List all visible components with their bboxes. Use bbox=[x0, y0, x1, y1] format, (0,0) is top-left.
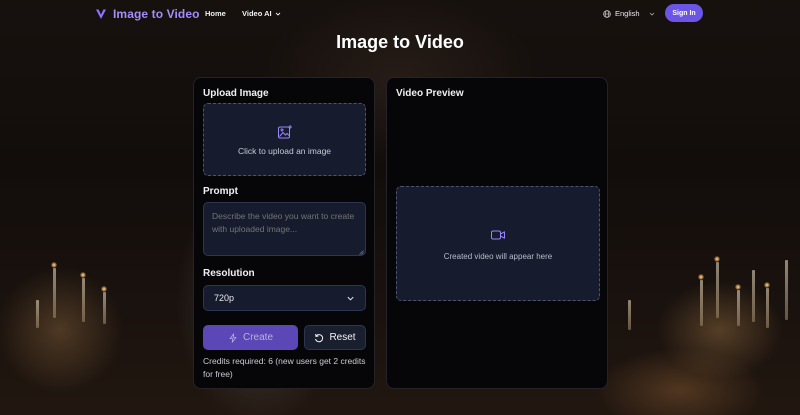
v-logo-icon bbox=[96, 9, 106, 19]
upload-instruction: Click to upload an image bbox=[237, 145, 332, 156]
chevron-down-icon bbox=[275, 12, 280, 16]
page-title: Image to Video bbox=[336, 32, 464, 52]
top-navbar: Image to Video Home Video AI English Sig… bbox=[0, 0, 800, 28]
upload-panel: Upload Image Click to upload an image Pr… bbox=[193, 77, 375, 389]
image-upload-dropzone[interactable]: Click to upload an image bbox=[203, 103, 366, 176]
upload-image-label: Upload Image bbox=[203, 88, 269, 99]
resolution-select[interactable]: 720p bbox=[203, 285, 366, 311]
resize-handle-icon[interactable] bbox=[358, 249, 364, 255]
video-preview-panel: Video Preview Created video will appear … bbox=[386, 77, 608, 389]
video-camera-icon bbox=[491, 230, 505, 239]
credits-info: Credits required: 6 (new users get 2 cre… bbox=[203, 356, 366, 379]
create-label: Create bbox=[242, 332, 273, 343]
globe-icon bbox=[603, 9, 611, 18]
preview-placeholder-text: Created video will appear here bbox=[443, 251, 553, 261]
brand-name: Image to Video bbox=[113, 7, 200, 21]
reset-button[interactable]: Reset bbox=[304, 325, 366, 350]
chevron-down-icon bbox=[649, 12, 654, 16]
language-selector[interactable]: English bbox=[603, 9, 655, 18]
prompt-label: Prompt bbox=[203, 186, 238, 197]
nav-video-ai-label: Video AI bbox=[242, 9, 272, 18]
nav-home-link[interactable]: Home bbox=[205, 9, 226, 18]
image-plus-icon bbox=[277, 124, 292, 138]
reset-label: Reset bbox=[329, 332, 356, 343]
resolution-value: 720p bbox=[214, 293, 235, 303]
video-preview-area: Created video will appear here bbox=[396, 186, 600, 301]
chevron-down-icon bbox=[347, 296, 354, 301]
language-label: English bbox=[615, 9, 640, 18]
video-preview-label: Video Preview bbox=[396, 88, 464, 99]
resolution-label: Resolution bbox=[203, 268, 255, 279]
brand[interactable]: Image to Video bbox=[95, 7, 200, 21]
create-button[interactable]: Create bbox=[203, 325, 298, 350]
nav-video-ai-dropdown[interactable]: Video AI bbox=[242, 9, 281, 18]
sign-in-button[interactable]: Sign In bbox=[665, 4, 703, 22]
prompt-textarea[interactable] bbox=[203, 202, 366, 256]
rotate-ccw-icon bbox=[315, 333, 324, 342]
zap-icon bbox=[229, 332, 237, 343]
